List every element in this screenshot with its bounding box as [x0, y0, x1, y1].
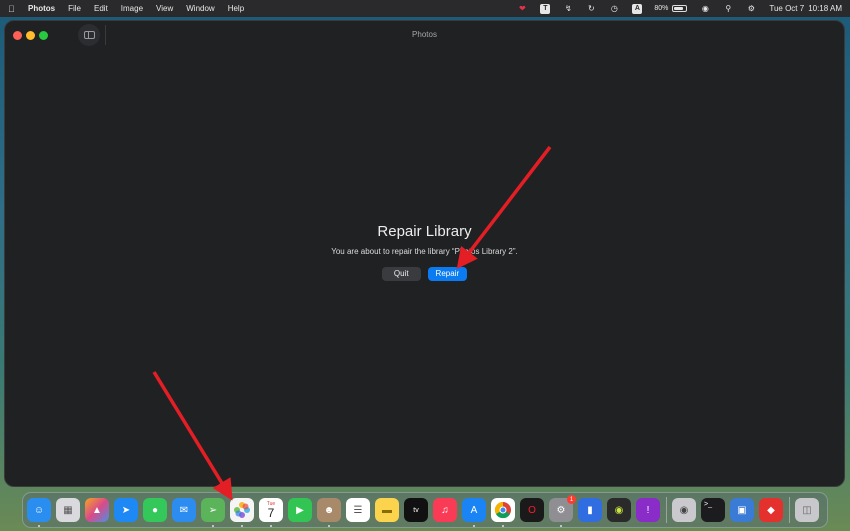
dock-separator: [789, 497, 790, 523]
trash-icon[interactable]: ◫: [795, 498, 819, 522]
running-indicator: [328, 525, 330, 527]
r-icon[interactable]: ↻: [586, 4, 596, 14]
menu-window[interactable]: Window: [186, 4, 214, 13]
messages-icon[interactable]: ●: [143, 498, 167, 522]
chrome-logo-icon: [494, 501, 511, 519]
feedback-icon[interactable]: !: [636, 498, 660, 522]
menu-file[interactable]: File: [68, 4, 81, 13]
running-indicator: [212, 525, 214, 527]
battery-fill: [674, 7, 684, 10]
maps-icon[interactable]: ➢: [201, 498, 225, 527]
status-area: ❤ T ↯ ↻ ◷ A 80% ◉ ⚲ ⚙ Tue Oct 7 10:18 AM: [504, 3, 842, 14]
silverlock-icon[interactable]: ◉: [607, 498, 631, 522]
contacts-icon[interactable]: ☻: [317, 498, 341, 527]
notes-icon[interactable]: ▬: [375, 498, 399, 522]
calendar-icon[interactable]: Tue 7: [259, 498, 283, 527]
battery-percentage: 80%: [654, 5, 669, 12]
title-bar[interactable]: Photos: [5, 21, 844, 49]
gatekeeper-icon[interactable]: ▮: [578, 498, 602, 522]
finder-icon[interactable]: ☺: [27, 498, 51, 527]
apple-menu-icon[interactable]: : [8, 4, 18, 14]
reminders-icon[interactable]: ☰: [346, 498, 370, 522]
dock: ☺ ▦ ▲ ➤ ● ✉ ➢ Tue 7 ▶ ☻ ☰ ▬ tv ♫ A O ⚙ 1…: [22, 492, 828, 528]
clock-icon[interactable]: ◷: [609, 4, 619, 14]
photos-icon[interactable]: [230, 498, 254, 527]
terminal-icon[interactable]: >_: [701, 498, 725, 522]
opera-icon[interactable]: O: [520, 498, 544, 522]
a-icon[interactable]: A: [632, 3, 643, 14]
menu-app-name[interactable]: Photos: [28, 4, 55, 13]
migration-assistant-icon[interactable]: ▣: [730, 498, 754, 522]
affinity-photo-icon[interactable]: ▲: [85, 498, 109, 522]
running-indicator: [38, 525, 40, 527]
clock-date[interactable]: Tue Oct 7: [769, 4, 804, 13]
menu-view[interactable]: View: [156, 4, 173, 13]
quit-button[interactable]: Quit: [381, 267, 421, 281]
disk-utility-icon[interactable]: ◉: [672, 498, 696, 522]
menu-edit[interactable]: Edit: [94, 4, 108, 13]
system-settings-icon[interactable]: ⚙ 1: [549, 495, 576, 527]
dialog-buttons: Quit Repair: [5, 267, 844, 281]
calendar-day: 7: [267, 505, 275, 520]
apple-tv-icon[interactable]: tv: [404, 498, 428, 522]
dock-separator: [666, 497, 667, 523]
photos-window: Photos Repair Library You are about to r…: [4, 20, 845, 487]
photos-flower-icon: [234, 502, 250, 518]
heart-icon[interactable]: ❤: [517, 4, 527, 14]
clock-time[interactable]: 10:18 AM: [808, 4, 842, 13]
chrome-icon[interactable]: [491, 498, 515, 527]
menu-image[interactable]: Image: [121, 4, 143, 13]
menu-bar:  Photos File Edit Image View Window Hel…: [0, 0, 850, 17]
text-icon[interactable]: T: [540, 3, 551, 14]
app-store-icon[interactable]: A: [462, 498, 486, 527]
running-indicator: [502, 525, 504, 527]
running-indicator: [241, 525, 243, 527]
running-indicator: [560, 525, 562, 527]
mail-icon[interactable]: ✉: [172, 498, 196, 522]
wifi-icon[interactable]: ◉: [700, 4, 710, 14]
control-center-icon[interactable]: ⚙: [746, 4, 756, 14]
repair-button[interactable]: Repair: [427, 267, 468, 281]
bolt-icon[interactable]: ↯: [563, 4, 573, 14]
safari-icon[interactable]: ➤: [114, 498, 138, 522]
dialog-message: You are about to repair the library “Pho…: [331, 247, 518, 256]
running-indicator: [270, 525, 272, 527]
music-icon[interactable]: ♫: [433, 498, 457, 522]
search-icon[interactable]: ⚲: [723, 4, 733, 14]
anydesk-icon[interactable]: ◆: [759, 498, 783, 522]
repair-library-dialog: Repair Library You are about to repair t…: [5, 223, 844, 281]
dialog-heading: Repair Library: [377, 223, 472, 240]
launchpad-icon[interactable]: ▦: [56, 498, 80, 522]
battery-icon[interactable]: [672, 5, 688, 12]
running-indicator: [473, 525, 475, 527]
facetime-icon[interactable]: ▶: [288, 498, 312, 522]
notification-badge: 1: [567, 495, 576, 504]
window-title: Photos: [412, 30, 437, 39]
menu-help[interactable]: Help: [228, 4, 244, 13]
